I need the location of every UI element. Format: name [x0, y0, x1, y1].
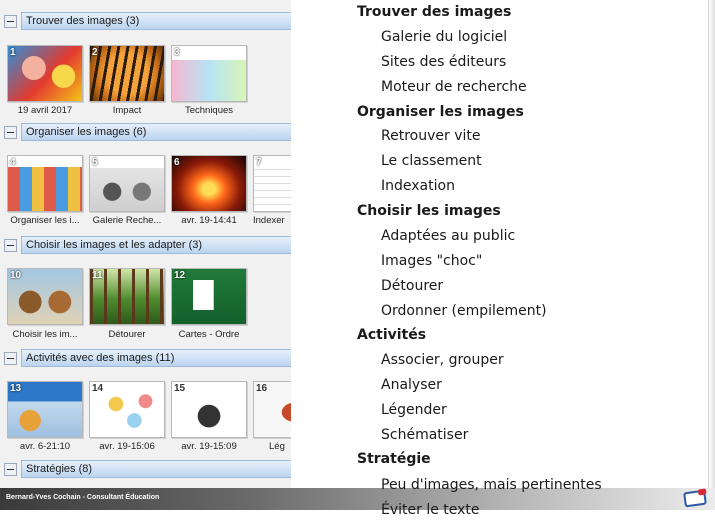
slide-thumbnail[interactable]: 11 [89, 268, 165, 325]
collapse-icon[interactable] [4, 14, 17, 28]
footer-bar: Bernard-Yves Cochain - Consultant Éducat… [0, 488, 715, 510]
slide-thumbnail[interactable]: 13 [7, 381, 83, 438]
outline-item: Analyser [381, 377, 442, 393]
group-title: Trouver des images (3) [21, 12, 291, 30]
slide-thumbnail[interactable]: 14 [89, 381, 165, 438]
outline-item: Éviter le texte [381, 502, 480, 518]
slide-thumbnail[interactable]: 5 [89, 155, 165, 212]
outline-item: Ordonner (empilement) [381, 303, 547, 319]
slide-caption: Indexer [253, 215, 285, 226]
outline-item: Détourer [381, 278, 444, 294]
footer-author-text: Bernard-Yves Cochain - Consultant Éducat… [6, 494, 160, 501]
outline-item: Schématiser [381, 427, 469, 443]
outline-item: Adaptées au public [381, 228, 516, 244]
outline-section-title: Organiser les images [357, 104, 524, 120]
outline-item: Peu d'images, mais pertinentes [381, 477, 602, 493]
group-header-choisir[interactable]: Choisir les images et les adapter (3) [4, 236, 291, 254]
slide-thumbnail[interactable]: 12 [171, 268, 247, 325]
outline-item: Le classement [381, 153, 482, 169]
slide-thumbnail[interactable]: 1 [7, 45, 83, 102]
slide-sorter-panel[interactable]: Trouver des images (3) 1 19 avril 2017 2… [0, 0, 291, 488]
outline-section-title: Stratégie [357, 451, 431, 467]
slide-caption: avr. 19-14:41 [181, 215, 237, 226]
outline-item: Galerie du logiciel [381, 29, 508, 45]
slide-thumbnail[interactable]: 6 [171, 155, 247, 212]
collapse-icon[interactable] [4, 462, 17, 476]
outline-item: Associer, grouper [381, 352, 504, 368]
slide-caption: Organiser les i... [10, 215, 80, 226]
slide-caption: Techniques [184, 105, 234, 116]
slide-caption: Impact [112, 105, 142, 116]
slide-thumbnail[interactable]: 4 [7, 155, 83, 212]
slide-thumbnail[interactable]: 3 [171, 45, 247, 102]
group-title: Stratégies (8) [21, 460, 291, 478]
window-right-edge [708, 0, 715, 488]
slide-caption: 19 avril 2017 [17, 105, 73, 116]
group-header-trouver[interactable]: Trouver des images (3) [4, 12, 291, 30]
outline-item: Indexation [381, 178, 455, 194]
slide-thumbnail[interactable]: 10 [7, 268, 83, 325]
group-title: Choisir les images et les adapter (3) [21, 236, 291, 254]
logo-icon [683, 489, 707, 508]
outline-item: Images "choc" [381, 253, 483, 269]
group-header-organiser[interactable]: Organiser les images (6) [4, 123, 291, 141]
slide-thumbnail[interactable]: 2 [89, 45, 165, 102]
slide-caption: Détourer [108, 329, 146, 340]
outline-item: Moteur de recherche [381, 79, 527, 95]
collapse-icon[interactable] [4, 351, 17, 365]
collapse-icon[interactable] [4, 238, 17, 252]
group-header-strategies[interactable]: Stratégies (8) [4, 460, 291, 478]
outline-item: Retrouver vite [381, 128, 481, 144]
outline-section-title: Trouver des images [357, 4, 512, 20]
outline-item: Légender [381, 402, 447, 418]
outline-section-title: Activités [357, 327, 427, 343]
slide-caption: avr. 19-15:09 [181, 441, 237, 452]
outline-section-title: Choisir les images [357, 203, 501, 219]
slide-caption: Choisir les im... [12, 329, 78, 340]
slide-caption: Cartes - Ordre [178, 329, 240, 340]
slide-thumbnail[interactable]: 16 [253, 381, 291, 438]
slide-thumbnail[interactable]: 7 [253, 155, 291, 212]
group-title: Activités avec des images (11) [21, 349, 291, 367]
slide-caption: Galerie Reche... [92, 215, 162, 226]
slide-thumbnail[interactable]: 15 [171, 381, 247, 438]
collapse-icon[interactable] [4, 125, 17, 139]
slide-caption: avr. 6-21:10 [19, 441, 71, 452]
group-title: Organiser les images (6) [21, 123, 291, 141]
slide-caption: avr. 19-15:06 [99, 441, 155, 452]
group-header-activites[interactable]: Activités avec des images (11) [4, 349, 291, 367]
slide-caption: Lég [269, 441, 285, 452]
outline-item: Sites des éditeurs [381, 54, 507, 70]
